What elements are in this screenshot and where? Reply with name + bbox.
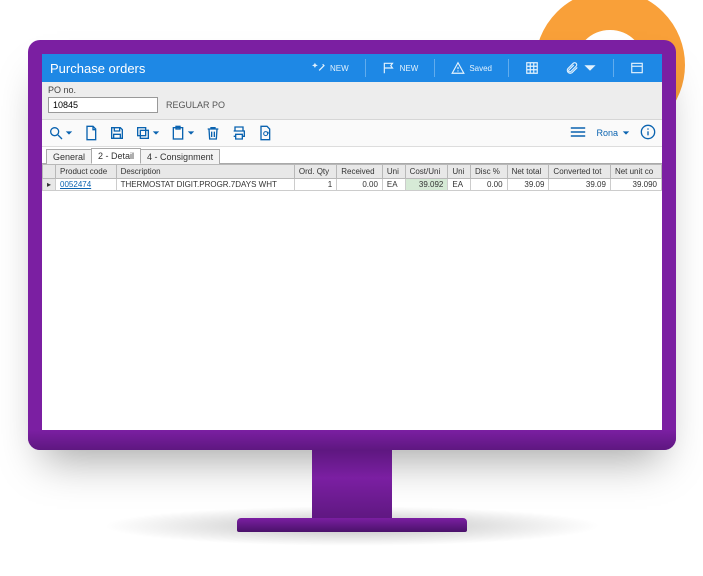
cell-uni2[interactable]: EA	[448, 179, 471, 191]
chevron-down-icon	[622, 129, 630, 137]
save-button[interactable]	[109, 125, 125, 141]
flag-icon	[382, 61, 396, 75]
wand-icon	[312, 61, 326, 75]
new-doc-button[interactable]	[83, 125, 99, 141]
attachment-button[interactable]	[555, 54, 607, 82]
delete-button[interactable]	[205, 125, 221, 141]
paperclip-icon	[565, 61, 579, 75]
po-number-label: PO no.	[48, 85, 656, 95]
po-type-label: REGULAR PO	[166, 100, 225, 110]
cell-converted-tot[interactable]: 39.09	[549, 179, 611, 191]
cell-uni1[interactable]: EA	[382, 179, 405, 191]
chevron-down-icon	[583, 61, 597, 75]
copy-icon	[135, 125, 151, 141]
refresh-doc-button[interactable]	[257, 125, 273, 141]
tab-detail[interactable]: 2 - Detail	[91, 148, 141, 164]
cell-received[interactable]: 0.00	[337, 179, 383, 191]
saved-status[interactable]: Saved	[441, 54, 502, 82]
po-header: PO no. REGULAR PO	[42, 82, 662, 120]
new-flag-button[interactable]: NEW	[372, 54, 429, 82]
row-handle[interactable]: ▸	[43, 179, 56, 191]
col-ord-qty[interactable]: Ord. Qty	[294, 165, 336, 179]
save-icon	[109, 125, 125, 141]
new-wizard-button[interactable]: NEW	[302, 54, 359, 82]
document-icon	[83, 125, 99, 141]
panel-icon	[630, 61, 644, 75]
cell-description[interactable]: THERMOSTAT DIGIT.PROGR.7DAYS WHT	[116, 179, 294, 191]
table-row[interactable]: ▸ 0052474 THERMOSTAT DIGIT.PROGR.7DAYS W…	[43, 179, 662, 191]
menu-button[interactable]	[570, 125, 586, 141]
col-product-code[interactable]: Product code	[56, 165, 117, 179]
col-net-total[interactable]: Net total	[507, 165, 549, 179]
search-icon	[48, 125, 64, 141]
print-button[interactable]	[231, 125, 247, 141]
cell-product-code[interactable]: 0052474	[56, 179, 117, 191]
trash-icon	[205, 125, 221, 141]
cell-ord-qty[interactable]: 1	[294, 179, 336, 191]
app-window: Purchase orders NEW NEW Saved	[42, 54, 662, 436]
monitor-mockup: Purchase orders NEW NEW Saved	[28, 40, 676, 540]
warning-icon	[451, 61, 465, 75]
toolbar: Rona	[42, 120, 662, 147]
info-icon	[640, 124, 656, 140]
chevron-down-icon	[152, 129, 160, 137]
col-net-unit-co[interactable]: Net unit co	[610, 165, 661, 179]
detail-grid[interactable]: Product code Description Ord. Qty Receiv…	[42, 164, 662, 436]
cell-net-total[interactable]: 39.09	[507, 179, 549, 191]
col-converted-tot[interactable]: Converted tot	[549, 165, 611, 179]
account-dropdown[interactable]: Rona	[596, 128, 630, 138]
tab-consignment[interactable]: 4 - Consignment	[140, 149, 220, 164]
col-uni1[interactable]: Uni	[382, 165, 405, 179]
page-title: Purchase orders	[50, 61, 145, 76]
tab-general[interactable]: General	[46, 149, 92, 164]
chevron-down-icon	[65, 129, 73, 137]
doc-refresh-icon	[257, 125, 273, 141]
info-button[interactable]	[640, 124, 656, 142]
hamburger-icon	[570, 125, 586, 139]
po-number-input[interactable]	[48, 97, 158, 113]
search-button[interactable]	[48, 125, 73, 141]
panel-toggle-button[interactable]	[620, 54, 654, 82]
col-received[interactable]: Received	[337, 165, 383, 179]
col-description[interactable]: Description	[116, 165, 294, 179]
cell-cost-uni[interactable]: 39.092	[405, 179, 448, 191]
chevron-down-icon	[187, 129, 195, 137]
col-disc[interactable]: Disc %	[471, 165, 508, 179]
grid-icon	[525, 61, 539, 75]
paste-icon	[170, 125, 186, 141]
titlebar: Purchase orders NEW NEW Saved	[42, 54, 662, 82]
cell-net-unit-co[interactable]: 39.090	[610, 179, 661, 191]
col-cost-uni[interactable]: Cost/Uni	[405, 165, 448, 179]
tabs: General 2 - Detail 4 - Consignment	[42, 147, 662, 164]
print-icon	[231, 125, 247, 141]
grid-view-button[interactable]	[515, 54, 549, 82]
copy-button[interactable]	[135, 125, 160, 141]
cell-disc[interactable]: 0.00	[471, 179, 508, 191]
paste-button[interactable]	[170, 125, 195, 141]
col-uni2[interactable]: Uni	[448, 165, 471, 179]
